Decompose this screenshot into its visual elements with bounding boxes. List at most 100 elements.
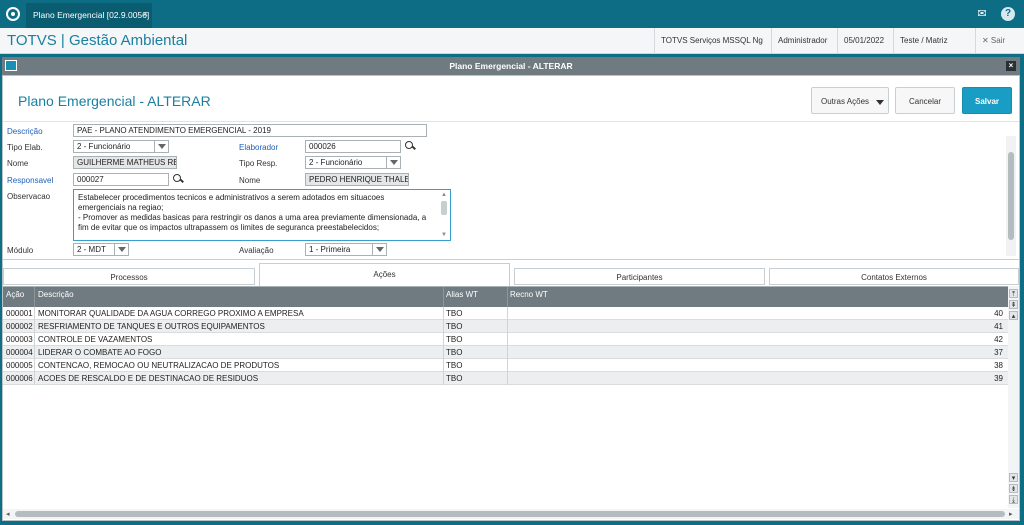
cell-acao: 000004 — [6, 348, 33, 357]
scroll-thumb[interactable] — [15, 511, 1005, 517]
search-icon[interactable] — [404, 140, 416, 152]
header-branch[interactable]: Teste / Matriz — [893, 28, 954, 54]
scroll-up-icon[interactable]: ▲ — [440, 192, 448, 198]
divider — [3, 259, 1019, 260]
outras-acoes-button[interactable]: Outras Ações — [811, 87, 889, 114]
cell-descricao: LIDERAR O COMBATE AO FOGO — [38, 348, 162, 357]
table-header: Ação Descrição Alias WT Recno WT — [3, 287, 1008, 307]
horizontal-scrollbar[interactable]: ◂ ▸ — [3, 509, 1019, 519]
cell-descricao: MONITORAR QUALIDADE DA AGUA CORREGO PROX… — [38, 309, 304, 318]
cancel-button[interactable]: Cancelar — [895, 87, 955, 114]
modulo-select[interactable]: 2 - MDT — [73, 243, 129, 256]
tab-acoes[interactable]: Ações — [259, 263, 510, 286]
avaliacao-label: Avaliação — [239, 246, 274, 255]
column-header-recno-wt[interactable]: Recno WT — [510, 290, 548, 299]
descricao-field[interactable]: PAE - PLANO ATENDIMENTO EMERGENCIAL - 20… — [73, 124, 427, 137]
column-divider — [34, 346, 35, 359]
tab-contatos-externos[interactable]: Contatos Externos — [769, 268, 1019, 285]
chevron-down-icon[interactable] — [154, 141, 168, 152]
scroll-left-icon[interactable]: ◂ — [6, 510, 10, 518]
page-up-icon[interactable]: ⇞ — [1009, 300, 1018, 309]
page-down-icon[interactable]: ⇟ — [1009, 484, 1018, 493]
tab-plano-emergencial[interactable]: Plano Emergencial [02.9.0056] × — [26, 3, 152, 28]
app-logo-icon[interactable] — [6, 7, 20, 21]
acoes-table: Ação Descrição Alias WT Recno WT 000001 M… — [3, 286, 1008, 508]
table-scrollbar[interactable]: ⤒ ⇞ ▴ ▾ ⇟ ⤓ — [1008, 286, 1019, 508]
window-close-button[interactable]: × — [1006, 61, 1016, 71]
table-row[interactable]: 000003 CONTROLE DE VAZAMENTOS TBO 42 — [3, 333, 1008, 346]
header-user[interactable]: Administrador — [771, 28, 833, 54]
column-divider — [34, 307, 35, 320]
column-divider — [34, 359, 35, 372]
app-header: TOTVS | Gestão Ambiental TOTVS Serviços … — [0, 28, 1024, 54]
cell-acao: 000002 — [6, 322, 33, 331]
close-icon[interactable]: × — [143, 9, 148, 19]
column-divider — [443, 287, 444, 307]
app-brand: TOTVS | Gestão Ambiental — [7, 32, 188, 49]
chevron-down-icon[interactable] — [386, 157, 400, 168]
help-icon[interactable]: ? — [1001, 7, 1015, 21]
column-divider — [34, 372, 35, 385]
table-row[interactable]: 000004 LIDERAR O COMBATE AO FOGO TBO 37 — [3, 346, 1008, 359]
form-scrollbar[interactable] — [1006, 136, 1016, 256]
table-row[interactable]: 000005 CONTENCAO, REMOCAO OU NEUTRALIZACA… — [3, 359, 1008, 372]
scroll-down-icon[interactable]: ▾ — [1009, 473, 1018, 482]
nome-label: Nome — [7, 159, 29, 168]
column-header-acao[interactable]: Ação — [6, 290, 24, 299]
tipo-resp-label: Tipo Resp. — [239, 159, 278, 168]
chevron-down-icon[interactable] — [372, 244, 386, 255]
tab-processos[interactable]: Processos — [3, 268, 255, 285]
scroll-thumb[interactable] — [1008, 152, 1014, 240]
header-date[interactable]: 05/01/2022 — [837, 28, 890, 54]
tipo-resp-value: 2 - Funcionário — [309, 158, 363, 167]
header-company[interactable]: TOTVS Serviços MSSQL Ng — [654, 28, 769, 54]
scroll-bottom-icon[interactable]: ⤓ — [1009, 495, 1018, 504]
cell-acao: 000005 — [6, 361, 33, 370]
cell-alias-wt: TBO — [446, 309, 463, 318]
window-title-bar: Plano Emergencial - ALTERAR × — [2, 57, 1020, 75]
column-divider — [443, 372, 444, 385]
elaborador-field[interactable]: 000026 — [305, 140, 401, 153]
elaborador-label: Elaborador — [239, 143, 279, 152]
scroll-down-icon[interactable]: ▼ — [440, 232, 448, 238]
search-icon[interactable] — [172, 173, 184, 185]
column-divider — [507, 320, 508, 333]
column-header-descricao[interactable]: Descrição — [38, 290, 74, 299]
cell-acao: 000006 — [6, 374, 33, 383]
cell-recno-wt: 42 — [994, 335, 1003, 344]
tipo-elab-select[interactable]: 2 - Funcionário — [73, 140, 169, 153]
cell-acao: 000003 — [6, 335, 33, 344]
scroll-right-icon[interactable]: ▸ — [1009, 510, 1013, 518]
responsavel-field[interactable]: 000027 — [73, 173, 169, 186]
column-divider — [443, 333, 444, 346]
descricao-label: Descrição — [7, 127, 43, 136]
cell-recno-wt: 40 — [994, 309, 1003, 318]
table-row[interactable]: 000001 MONITORAR QUALIDADE DA AGUA CORREG… — [3, 307, 1008, 320]
column-divider — [507, 333, 508, 346]
scroll-top-icon[interactable]: ⤒ — [1009, 289, 1018, 298]
cell-alias-wt: TBO — [446, 335, 463, 344]
modulo-label: Módulo — [7, 246, 34, 255]
scroll-up-icon[interactable]: ▴ — [1009, 311, 1018, 320]
nome-responsavel-field: PEDRO HENRIQUE THALES — [305, 173, 409, 186]
cell-descricao: RESFRIAMENTO DE TANQUES E OUTROS EQUIPAM… — [38, 322, 265, 331]
mail-icon[interactable]: ✉ — [975, 7, 989, 21]
column-divider — [34, 333, 35, 346]
column-header-alias-wt[interactable]: Alias WT — [446, 290, 478, 299]
scroll-thumb[interactable] — [441, 201, 447, 215]
tipo-elab-label: Tipo Elab. — [7, 143, 43, 152]
table-row[interactable]: 000006 ACOES DE RESCALDO E DE DESTINACAO … — [3, 372, 1008, 385]
textarea-scrollbar[interactable]: ▲ ▼ — [440, 192, 448, 238]
save-button[interactable]: Salvar — [962, 87, 1012, 114]
avaliacao-select[interactable]: 1 - Primeira — [305, 243, 387, 256]
table-row[interactable]: 000002 RESFRIAMENTO DE TANQUES E OUTROS E… — [3, 320, 1008, 333]
window-icon — [5, 60, 17, 71]
column-divider — [507, 346, 508, 359]
tab-participantes[interactable]: Participantes — [514, 268, 765, 285]
cell-recno-wt: 39 — [994, 374, 1003, 383]
chevron-down-icon[interactable] — [114, 244, 128, 255]
logout-button[interactable]: ✕ Sair — [975, 28, 1011, 54]
tipo-resp-select[interactable]: 2 - Funcionário — [305, 156, 401, 169]
tab-title: Plano Emergencial [02.9.0056] — [33, 10, 150, 20]
observacao-textarea[interactable]: Estabelecer procedimentos tecnicos e adm… — [73, 189, 451, 241]
